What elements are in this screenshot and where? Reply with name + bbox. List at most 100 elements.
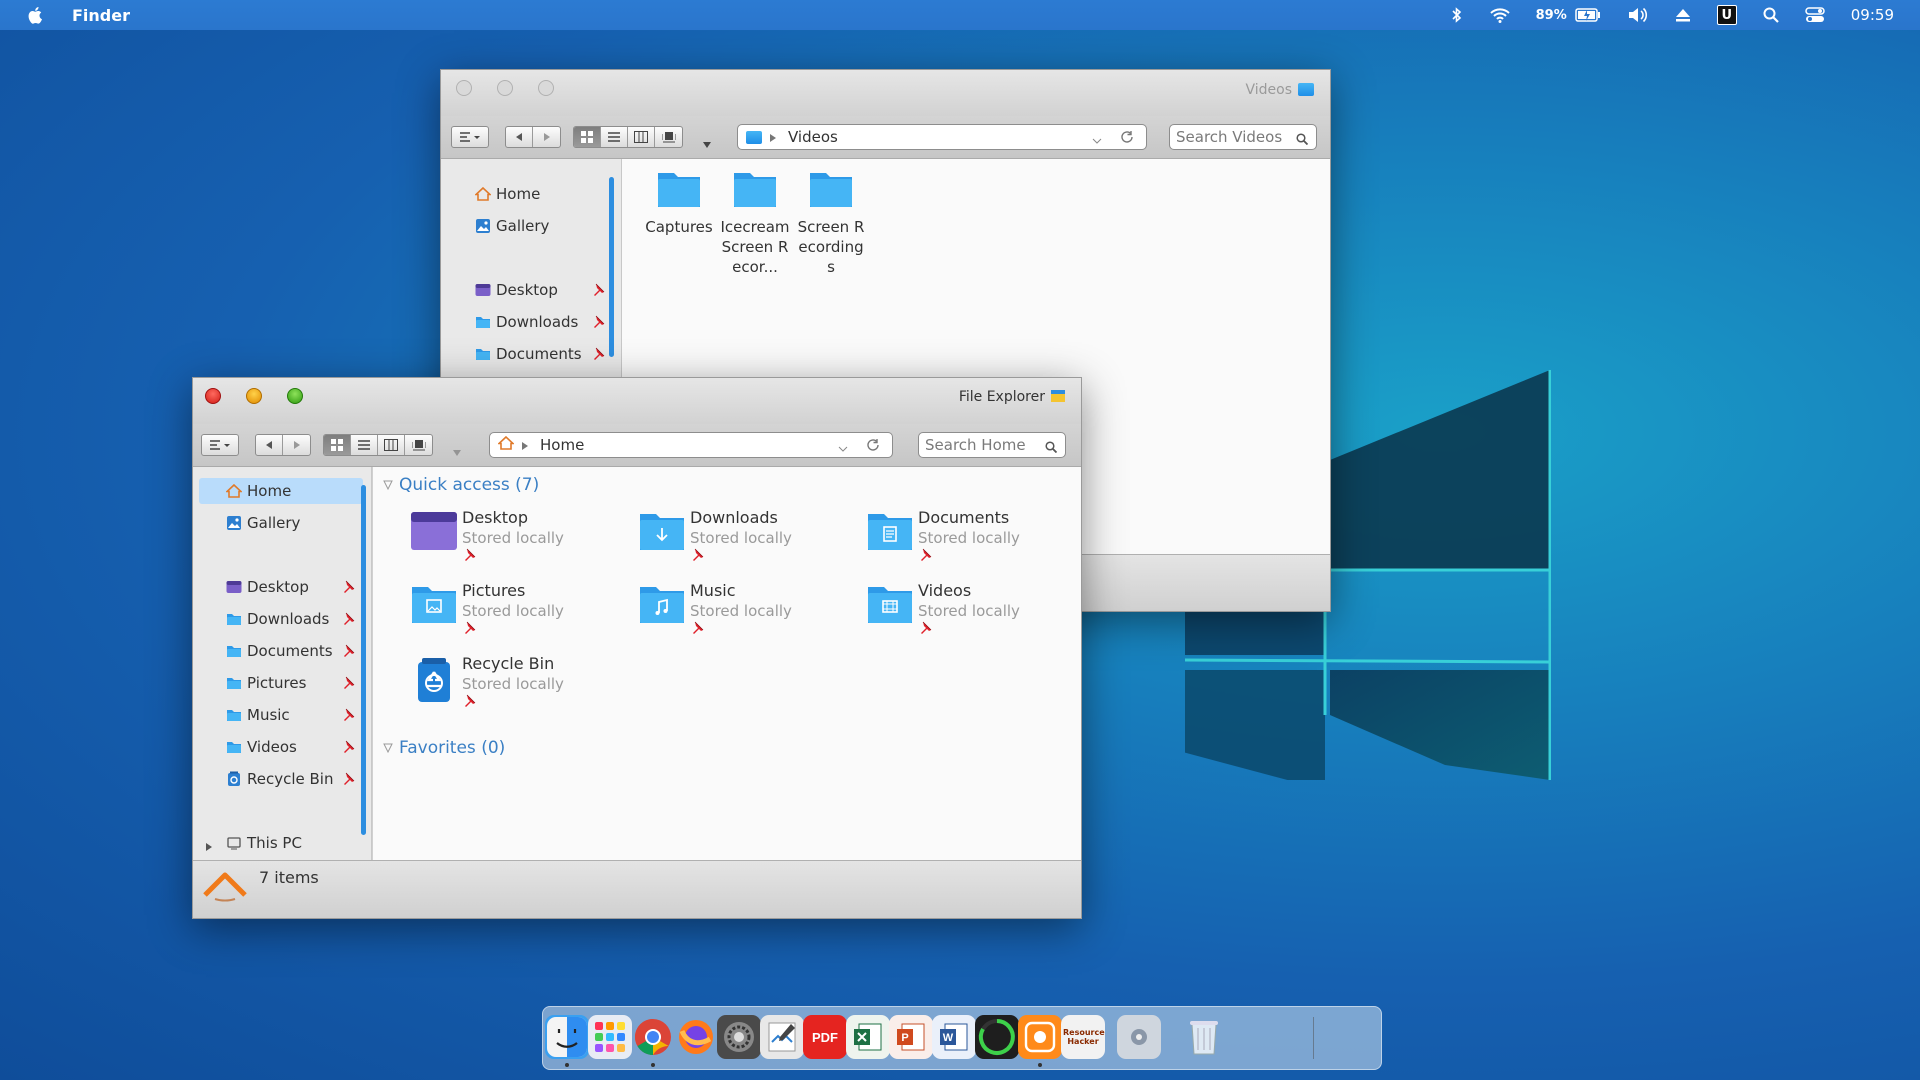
pdf-icon[interactable]: PDF [803,1015,847,1059]
search-field[interactable]: Search Home [918,432,1066,458]
music-folder-icon [638,583,686,629]
icon-view-button[interactable] [324,435,351,455]
sidebar-item-gallery[interactable]: Gallery [441,213,621,239]
videos-window-titlebar[interactable]: Videos [441,70,1330,116]
sidebar-item-label: Desktop [247,578,309,596]
trash-icon[interactable] [1182,1015,1226,1059]
view-options-chevron-icon[interactable] [703,134,711,152]
sidebar-item-gallery[interactable]: Gallery [193,510,371,536]
launchpad-icon[interactable] [588,1015,632,1059]
system-settings-icon[interactable] [717,1015,761,1059]
volume-icon[interactable] [1627,7,1649,23]
sidebar-item-downloads[interactable]: Downloads [193,606,371,632]
view-options-chevron-icon[interactable] [453,442,461,460]
address-text: Videos [788,128,838,146]
icon-view-button[interactable] [574,127,601,147]
quick-access-item-recycle-bin[interactable]: Recycle Bin Stored locally [410,654,620,722]
menubar-clock[interactable]: 09:59 [1851,6,1894,24]
wifi-icon[interactable] [1489,7,1510,23]
control-center-icon[interactable] [1805,7,1825,23]
folder-item[interactable]: Icecream Screen Recor... [720,169,790,277]
address-dropdown-icon[interactable] [1092,132,1102,150]
gallery-view-button[interactable] [405,435,432,455]
sidebar-item-label: Home [496,185,541,203]
expand-triangle-icon[interactable] [205,838,213,856]
zoom-button[interactable] [538,80,554,96]
quick-access-header[interactable]: Quick access (7) [383,475,539,495]
gallery-view-button[interactable] [655,127,682,147]
pin-icon [918,621,932,635]
pin-icon [690,621,704,635]
zoom-button[interactable] [287,388,303,404]
sidebar-toggle-button[interactable] [201,434,239,456]
sidebar-toggle-button[interactable] [451,126,489,148]
excel-icon[interactable] [846,1015,890,1059]
quick-access-item-documents[interactable]: Documents Stored locally [866,508,1076,576]
sidebar-item-desktop[interactable]: Desktop [441,277,621,303]
list-view-button[interactable] [351,435,378,455]
finder-icon[interactable] [545,1015,589,1059]
firefox-icon[interactable] [674,1015,718,1059]
sidebar-item-this-pc[interactable]: This PC [193,830,371,856]
sidebar-item-documents[interactable]: Documents [193,638,371,664]
gallery-icon [226,515,242,531]
minimize-button[interactable] [497,80,513,96]
quick-access-item-pictures[interactable]: Pictures Stored locally [410,581,620,649]
sidebar-item-home[interactable]: Home [199,478,363,504]
sidebar-item-documents[interactable]: Documents [441,341,621,367]
address-dropdown-icon[interactable] [838,440,848,458]
forward-button[interactable] [533,127,560,147]
address-bar[interactable]: Home [489,432,893,458]
sidebar-item-label: Home [247,482,292,500]
bluetooth-icon[interactable] [1450,7,1464,23]
chrome-icon[interactable] [631,1015,675,1059]
collapse-triangle-icon[interactable] [383,743,393,753]
address-bar[interactable]: Videos [737,124,1147,150]
powerpoint-icon[interactable]: P [889,1015,933,1059]
search-field[interactable]: Search Videos [1169,124,1317,150]
sidebar-item-recycle-bin[interactable]: Recycle Bin [193,766,371,792]
sidebar-item-desktop[interactable]: Desktop [193,574,371,600]
sidebar-item-music[interactable]: Music [193,702,371,728]
spotlight-search-icon[interactable] [1763,7,1779,23]
eject-icon[interactable] [1675,8,1691,22]
sidebar-item-home[interactable]: Home [441,181,621,207]
back-button[interactable] [506,127,533,147]
collapse-triangle-icon[interactable] [383,480,393,490]
favorites-title: Favorites (0) [399,738,506,758]
back-button[interactable] [256,435,283,455]
column-view-button[interactable] [628,127,655,147]
quick-access-item-downloads[interactable]: Downloads Stored locally [638,508,848,576]
sidebar-item-pictures[interactable]: Pictures [193,670,371,696]
folder-item[interactable]: Screen Recordings [796,169,866,277]
settings-gear-icon[interactable] [1117,1015,1161,1059]
quick-access-item-music[interactable]: Music Stored locally [638,581,848,649]
explorer-titlebar[interactable]: File Explorer [193,378,1081,424]
apple-menu-icon[interactable] [26,5,46,25]
close-button[interactable] [205,388,221,404]
quick-access-item-videos[interactable]: Videos Stored locally [866,581,1076,649]
sidebar-item-videos[interactable]: Videos [193,734,371,760]
minimize-button[interactable] [246,388,262,404]
preview-icon[interactable] [760,1015,804,1059]
folder-item[interactable]: Captures [644,169,714,237]
sidebar-item-label: Pictures [247,674,307,692]
user-badge-icon[interactable]: U [1716,5,1737,25]
battery-monitor-icon[interactable] [975,1015,1019,1059]
word-icon[interactable]: W [932,1015,976,1059]
forward-button[interactable] [283,435,310,455]
list-view-button[interactable] [601,127,628,147]
screen-recorder-icon[interactable] [1018,1015,1062,1059]
column-view-button[interactable] [378,435,405,455]
refresh-icon[interactable] [1120,130,1134,148]
sidebar-scrollbar[interactable] [361,485,366,835]
active-app-name[interactable]: Finder [72,6,130,25]
favorites-header[interactable]: Favorites (0) [383,738,505,758]
quick-access-item-desktop[interactable]: Desktop Stored locally [410,508,620,576]
resource-hacker-icon[interactable]: Resource Hacker [1061,1015,1105,1059]
sidebar-scrollbar[interactable] [609,177,614,357]
refresh-icon[interactable] [866,438,880,456]
battery-icon[interactable] [1575,8,1601,22]
close-button[interactable] [456,80,472,96]
sidebar-item-downloads[interactable]: Downloads [441,309,621,335]
